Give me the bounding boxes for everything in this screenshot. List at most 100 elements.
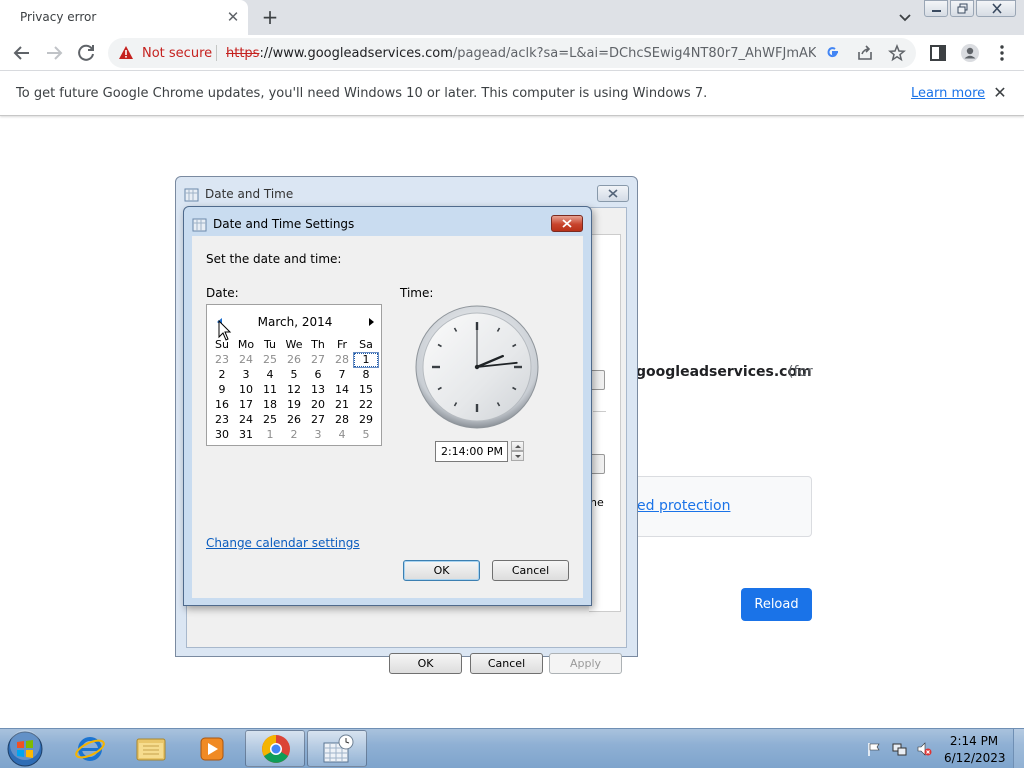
calendar-day[interactable]: 11 <box>258 382 282 397</box>
calendar-day[interactable]: 31 <box>234 427 258 442</box>
reload-icon[interactable] <box>74 41 98 65</box>
omnibox[interactable]: Not secure https://www.googleadservices.… <box>108 38 916 68</box>
taskbar-clock-time[interactable]: 2:14 PM <box>944 734 1004 748</box>
calendar-day[interactable]: 10 <box>234 382 258 397</box>
window-close-button[interactable] <box>976 0 1016 17</box>
calendar-day[interactable]: 21 <box>330 397 354 412</box>
windows-start-icon[interactable] <box>4 730 46 768</box>
chrome-menu-icon[interactable] <box>992 43 1012 63</box>
calendar-day[interactable]: 30 <box>210 427 234 442</box>
network-icon[interactable] <box>891 741 907 757</box>
tab-close-icon[interactable]: ✕ <box>224 8 242 26</box>
not-secure-label[interactable]: Not secure <box>142 46 212 61</box>
settings-dialog-title: Date and Time Settings <box>213 217 355 231</box>
calendar-day[interactable]: 4 <box>258 367 282 382</box>
calendar-day[interactable]: 13 <box>306 382 330 397</box>
share-icon[interactable] <box>856 44 874 62</box>
calendar-day[interactable]: 27 <box>306 352 330 367</box>
next-month-arrow-icon[interactable] <box>369 318 374 326</box>
outer-cancel-button[interactable]: Cancel <box>470 653 543 674</box>
url-text[interactable]: https://www.googleadservices.com/pagead/… <box>226 46 816 61</box>
outer-ok-button[interactable]: OK <box>389 653 462 674</box>
back-arrow-icon[interactable] <box>10 41 34 65</box>
calendar-day[interactable]: 5 <box>282 367 306 382</box>
tab-search-chevron-icon[interactable] <box>896 8 914 26</box>
action-center-flag-icon[interactable] <box>866 741 882 757</box>
windows-taskbar: 2:14 PM 6/12/2023 <box>0 728 1024 768</box>
taskbar-media-player[interactable] <box>182 730 242 767</box>
calendar-day[interactable]: 26 <box>282 412 306 427</box>
taskbar-internet-explorer[interactable] <box>60 730 120 767</box>
calendar-day[interactable]: 27 <box>306 412 330 427</box>
calendar-day[interactable]: 12 <box>282 382 306 397</box>
close-x-icon <box>562 219 572 228</box>
settings-ok-button[interactable]: OK <box>403 560 480 581</box>
new-tab-plus-icon[interactable]: + <box>258 5 282 29</box>
calendar-day[interactable]: 7 <box>330 367 354 382</box>
settings-dialog-body: Set the date and time: Date: Time: March… <box>192 236 583 598</box>
time-spin-down-button[interactable] <box>511 451 524 461</box>
calendar-day[interactable]: 20 <box>306 397 330 412</box>
taskbar-date-time-settings[interactable] <box>307 730 367 767</box>
calendar-day[interactable]: 24 <box>234 412 258 427</box>
calendar-day[interactable]: 1 <box>353 352 379 368</box>
calendar-month-label[interactable]: March, 2014 <box>207 315 383 329</box>
calendar-day[interactable]: 2 <box>210 367 234 382</box>
calendar-day[interactable]: 16 <box>210 397 234 412</box>
time-input[interactable]: 2:14:00 PM <box>435 441 508 462</box>
settings-cancel-button[interactable]: Cancel <box>492 560 569 581</box>
calendar-day[interactable]: 3 <box>306 427 330 442</box>
warning-triangle-icon[interactable] <box>118 45 134 61</box>
reload-button[interactable]: Reload <box>741 588 812 621</box>
month-calendar[interactable]: March, 2014 Su Mo Tu We Th Fr Sa 23 24 25 26 27 28 1 2… <box>206 304 382 446</box>
calendar-day[interactable]: 29 <box>354 412 378 427</box>
infobar-close-icon[interactable]: ✕ <box>990 83 1010 103</box>
taskbar-clock-date[interactable]: 6/12/2023 <box>944 751 1006 765</box>
calendar-day[interactable]: 18 <box>258 397 282 412</box>
calendar-day[interactable]: 28 <box>330 352 354 367</box>
forward-arrow-icon[interactable] <box>42 41 66 65</box>
calendar-day[interactable]: 15 <box>354 382 378 397</box>
outer-apply-button[interactable]: Apply <box>549 653 622 674</box>
calendar-week-row: 23 24 25 26 27 28 1 <box>210 352 379 368</box>
calendar-day[interactable]: 17 <box>234 397 258 412</box>
dialog-close-button[interactable] <box>597 185 629 202</box>
calendar-day[interactable]: 28 <box>330 412 354 427</box>
volume-muted-icon[interactable] <box>916 741 932 757</box>
window-controls <box>922 0 1016 18</box>
calendar-day[interactable]: 6 <box>306 367 330 382</box>
taskbar-file-explorer[interactable] <box>121 730 181 767</box>
restore-button[interactable] <box>950 0 974 17</box>
google-translate-icon[interactable] <box>824 44 842 62</box>
calendar-day[interactable]: 3 <box>234 367 258 382</box>
calendar-day[interactable]: 1 <box>258 427 282 442</box>
calendar-day[interactable]: 9 <box>210 382 234 397</box>
show-desktop-button[interactable] <box>1013 729 1024 768</box>
url-separator <box>216 45 217 61</box>
browser-toolbar: Not secure https://www.googleadservices.… <box>0 35 1024 71</box>
settings-close-button[interactable] <box>551 215 583 232</box>
learn-more-link[interactable]: Learn more <box>911 86 985 101</box>
tab-privacy-error[interactable]: Privacy error ✕ <box>0 0 248 35</box>
time-spin-up-button[interactable] <box>511 441 524 451</box>
calendar-day[interactable]: 23 <box>210 352 234 367</box>
calendar-day[interactable]: 22 <box>354 397 378 412</box>
side-panel-icon[interactable] <box>928 43 948 63</box>
minimize-button[interactable] <box>924 0 948 17</box>
profile-avatar-icon[interactable] <box>960 43 980 63</box>
calendar-day[interactable]: 25 <box>258 412 282 427</box>
enhanced-protection-link[interactable]: ed protection <box>637 498 730 514</box>
calendar-day[interactable]: 4 <box>330 427 354 442</box>
calendar-day[interactable]: 2 <box>282 427 306 442</box>
calendar-day[interactable]: 5 <box>354 427 378 442</box>
bookmark-star-icon[interactable] <box>888 44 906 62</box>
calendar-day[interactable]: 25 <box>258 352 282 367</box>
calendar-day[interactable]: 14 <box>330 382 354 397</box>
change-calendar-settings-link[interactable]: Change calendar settings <box>206 536 360 550</box>
calendar-day[interactable]: 26 <box>282 352 306 367</box>
calendar-day[interactable]: 8 <box>354 367 378 382</box>
calendar-day[interactable]: 19 <box>282 397 306 412</box>
calendar-day[interactable]: 23 <box>210 412 234 427</box>
taskbar-google-chrome[interactable] <box>245 730 305 767</box>
calendar-day[interactable]: 24 <box>234 352 258 367</box>
